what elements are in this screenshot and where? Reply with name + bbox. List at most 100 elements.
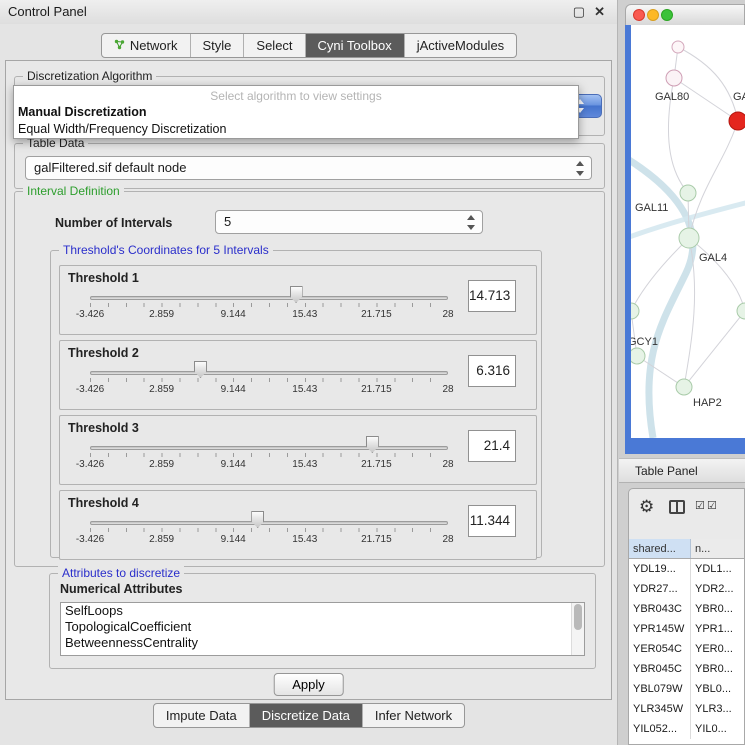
network-node — [666, 70, 682, 86]
numerical-attributes-list[interactable]: SelfLoops TopologicalCoefficient Between… — [60, 602, 585, 656]
scale-label: 9.144 — [221, 534, 246, 545]
threshold-1-slider[interactable]: -3.426 2.859 9.144 15.43 21.715 28 — [90, 290, 448, 324]
threshold-2-value-field[interactable]: 6.316 — [468, 355, 516, 387]
threshold-1-value-field[interactable]: 14.713 — [468, 280, 516, 312]
table-cell[interactable]: YPR145W — [629, 619, 691, 639]
table-row[interactable]: YPR145W YPR1... — [629, 619, 744, 639]
table-cell[interactable]: YDR27... — [629, 579, 691, 599]
float-window-icon[interactable]: ▢ — [573, 4, 585, 20]
threshold-1-slider-thumb[interactable] — [290, 286, 303, 303]
table-cell[interactable]: YBR0... — [691, 599, 744, 619]
table-row[interactable]: YDL19... YDL1... — [629, 559, 744, 579]
table-cell[interactable]: YBR043C — [629, 599, 691, 619]
scale-label: 2.859 — [149, 534, 174, 545]
scale-label: 15.43 — [292, 384, 317, 395]
gear-icon[interactable]: ⚙ — [639, 497, 654, 517]
threshold-3-value-field[interactable]: 21.4 — [468, 430, 516, 462]
combo-arrows-icon — [575, 160, 585, 177]
table-header-row: shared... n... — [629, 539, 744, 559]
threshold-4-value-field[interactable]: 11.344 — [468, 505, 516, 537]
tab-style[interactable]: Style — [190, 34, 244, 57]
minimize-traffic-light-icon[interactable] — [647, 9, 659, 21]
threshold-3-slider[interactable]: -3.426 2.859 9.144 15.43 21.715 28 — [90, 440, 448, 474]
list-scrollbar[interactable] — [571, 603, 584, 655]
threshold-2-slider[interactable]: -3.426 2.859 9.144 15.43 21.715 28 — [90, 365, 448, 399]
list-item[interactable]: BetweennessCentrality — [61, 635, 584, 651]
threshold-3-panel: Threshold 3 -3.426 2.859 9.144 15.43 21.… — [59, 415, 537, 485]
table-cell[interactable]: YDR2... — [691, 579, 744, 599]
slider-track[interactable] — [90, 296, 448, 300]
threshold-2-slider-thumb[interactable] — [194, 361, 207, 378]
slider-track[interactable] — [90, 521, 448, 525]
table-cell[interactable]: YDL19... — [629, 559, 691, 579]
table-row[interactable]: YBL079W YBL0... — [629, 679, 744, 699]
slider-track[interactable] — [90, 371, 448, 375]
table-row[interactable]: YDR27... YDR2... — [629, 579, 744, 599]
threshold-2-panel: Threshold 2 -3.426 2.859 9.144 15.43 21.… — [59, 340, 537, 410]
scale-label: 2.859 — [149, 384, 174, 395]
zoom-traffic-light-icon[interactable] — [661, 9, 673, 21]
table-cell[interactable]: YDL1... — [691, 559, 744, 579]
list-item[interactable]: SelfLoops — [61, 603, 584, 619]
column-header-shared-name[interactable]: shared... — [629, 539, 691, 558]
table-cell[interactable]: YLR345W — [629, 699, 691, 719]
slider-track[interactable] — [90, 446, 448, 450]
apply-button[interactable]: Apply — [273, 673, 344, 696]
table-row[interactable]: YIL052... YIL0... — [629, 719, 744, 739]
column-header-name[interactable]: n... — [691, 539, 744, 558]
table-cell[interactable]: YBR0... — [691, 659, 744, 679]
tab-network[interactable]: Network — [102, 34, 190, 57]
tab-jactivemodules[interactable]: jActiveModules — [404, 34, 516, 57]
scale-label: 21.715 — [361, 459, 392, 470]
tab-discretize-data[interactable]: Discretize Data — [249, 704, 362, 727]
network-window-titlebar[interactable] — [625, 4, 745, 25]
close-window-icon[interactable]: ✕ — [594, 4, 605, 20]
tab-discretize-data-label: Discretize Data — [262, 708, 350, 723]
checkbox-icon[interactable]: ☑ — [707, 499, 717, 512]
table-cell[interactable]: YIL0... — [691, 719, 744, 739]
tab-infer-network[interactable]: Infer Network — [362, 704, 464, 727]
table-cell[interactable]: YER054C — [629, 639, 691, 659]
threshold-1-panel: Threshold 1 -3.426 2.859 9.144 15.43 21.… — [59, 265, 537, 335]
tab-cyni-toolbox[interactable]: Cyni Toolbox — [305, 34, 404, 57]
table-cell[interactable]: YBL0... — [691, 679, 744, 699]
network-tab-icon — [114, 38, 125, 53]
table-cell[interactable]: YBL079W — [629, 679, 691, 699]
table-row[interactable]: YLR345W YLR3... — [629, 699, 744, 719]
control-panel-window: Control Panel ▢ ✕ Network Style Select C… — [0, 0, 618, 745]
table-row[interactable]: YBR045C YBR0... — [629, 659, 744, 679]
scrollbar-thumb[interactable] — [574, 604, 582, 630]
table-cell[interactable]: YER0... — [691, 639, 744, 659]
number-of-intervals-combobox[interactable]: 5 — [215, 210, 483, 234]
table-cell[interactable]: YIL052... — [629, 719, 691, 739]
table-row[interactable]: YBR043C YBR0... — [629, 599, 744, 619]
tab-select[interactable]: Select — [243, 34, 304, 57]
network-node — [679, 228, 699, 248]
table-data-combobox[interactable]: galFiltered.sif default node — [25, 156, 592, 180]
threshold-4-slider-thumb[interactable] — [251, 511, 264, 528]
tab-infer-network-label: Infer Network — [375, 708, 452, 723]
scale-label: 9.144 — [221, 384, 246, 395]
table-cell[interactable]: YPR1... — [691, 619, 744, 639]
table-cell[interactable]: YBR045C — [629, 659, 691, 679]
network-canvas[interactable]: GAL80 GA GAL11 GAL4 GCY1 HAP2 — [631, 25, 745, 438]
threshold-4-panel: Threshold 4 -3.426 2.859 9.144 15.43 21.… — [59, 490, 537, 560]
threshold-3-slider-thumb[interactable] — [366, 436, 379, 453]
table-panel-titlebar[interactable]: Table Panel — [619, 458, 745, 483]
dropdown-option-equal-width-frequency[interactable]: Equal Width/Frequency Discretization — [14, 121, 578, 138]
node-label: GA — [733, 91, 745, 103]
close-traffic-light-icon[interactable] — [633, 9, 645, 21]
table-cell[interactable]: YLR3... — [691, 699, 744, 719]
scale-label: 21.715 — [361, 534, 392, 545]
network-node — [672, 41, 684, 53]
checkbox-icon[interactable]: ☑ — [695, 499, 705, 512]
table-row[interactable]: YER054C YER0... — [629, 639, 744, 659]
scale-label: 15.43 — [292, 534, 317, 545]
tab-impute-data[interactable]: Impute Data — [154, 704, 249, 727]
threshold-4-slider[interactable]: -3.426 2.859 9.144 15.43 21.715 28 — [90, 515, 448, 549]
scale-label: 28 — [442, 309, 453, 320]
scale-label: 28 — [442, 459, 453, 470]
columns-icon[interactable] — [669, 500, 685, 514]
list-item[interactable]: TopologicalCoefficient — [61, 619, 584, 635]
dropdown-option-manual-discretization[interactable]: Manual Discretization — [14, 104, 578, 121]
